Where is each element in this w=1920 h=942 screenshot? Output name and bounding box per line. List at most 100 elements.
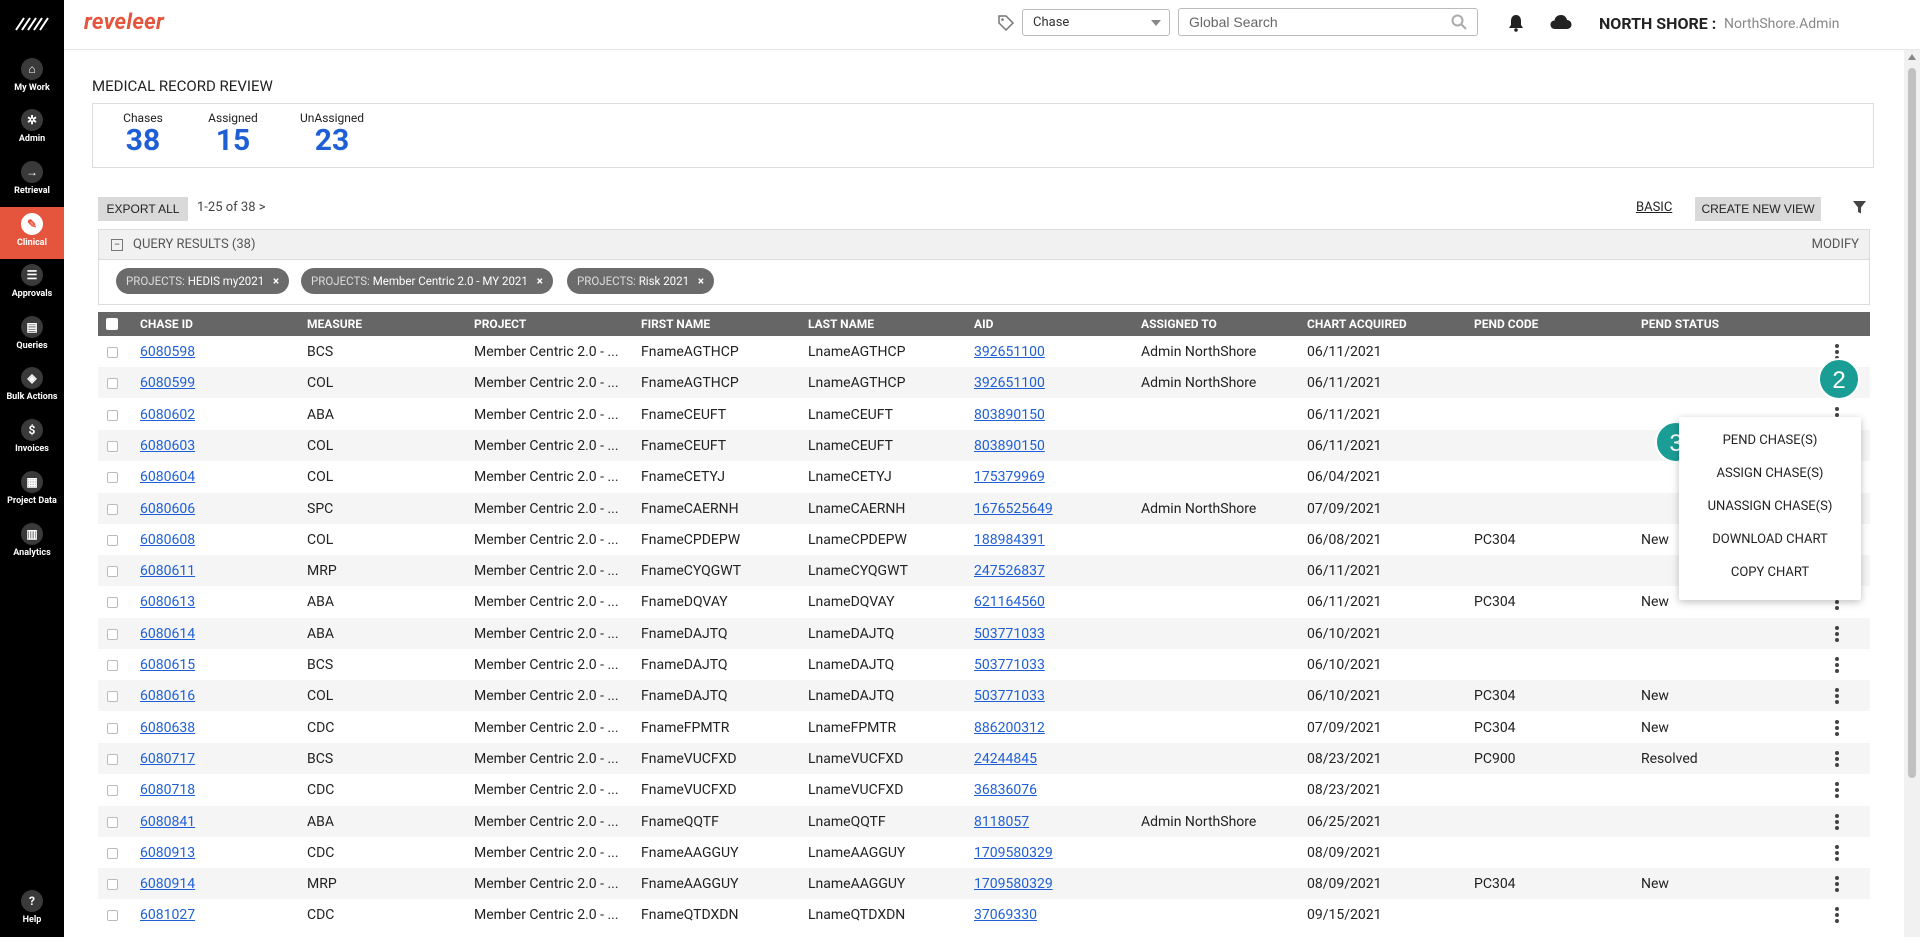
sidebar-item-project-data[interactable]: ▦ Project Data [0, 465, 64, 517]
column-header[interactable]: PEND CODE [1474, 317, 1538, 331]
row-checkbox[interactable] [107, 409, 118, 421]
chase-id-link[interactable]: 6081027 [140, 907, 195, 923]
sidebar-item-clinical[interactable]: ✎ Clinical [0, 207, 64, 259]
export-all-button[interactable]: EXPORT ALL [98, 197, 188, 221]
filter-chip[interactable]: PROJECTS: Risk 2021 × [567, 268, 715, 294]
column-header[interactable]: FIRST NAME [641, 317, 710, 331]
chase-id-link[interactable]: 6080914 [140, 876, 195, 892]
collapse-icon[interactable]: − [111, 239, 123, 251]
row-checkbox[interactable] [107, 440, 118, 452]
brand-logo[interactable]: reveleer [84, 10, 164, 35]
more-vertical-icon[interactable] [1834, 750, 1840, 768]
row-checkbox[interactable] [107, 816, 118, 828]
search-type-select[interactable]: Chase [1022, 9, 1170, 36]
sidebar-item-analytics[interactable]: ▥ Analytics [0, 517, 64, 569]
row-checkbox[interactable] [107, 378, 118, 390]
chase-id-link[interactable]: 6080611 [140, 563, 195, 579]
chase-id-link[interactable]: 6080638 [140, 720, 195, 736]
menu-item-download-chart[interactable]: DOWNLOAD CHART [1679, 532, 1861, 547]
menu-item-assign-chase[interactable]: ASSIGN CHASE(S) [1679, 466, 1861, 481]
bell-icon[interactable] [1508, 14, 1524, 32]
global-search-input[interactable] [1178, 8, 1478, 36]
menu-item-pend-chase[interactable]: PEND CHASE(S) [1679, 433, 1861, 448]
sidebar-item-invoices[interactable]: $ Invoices [0, 413, 64, 465]
more-vertical-icon[interactable] [1834, 906, 1840, 924]
menu-item-unassign-chase[interactable]: UNASSIGN CHASE(S) [1679, 499, 1861, 514]
row-checkbox[interactable] [107, 472, 118, 484]
row-checkbox[interactable] [107, 879, 118, 891]
sidebar-item-retrieval[interactable]: → Retrieval [0, 155, 64, 207]
row-checkbox[interactable] [107, 566, 118, 578]
aid-link[interactable]: 392651100 [974, 375, 1045, 391]
more-vertical-icon[interactable] [1834, 875, 1840, 893]
chase-id-link[interactable]: 6080603 [140, 438, 195, 454]
row-checkbox[interactable] [107, 691, 118, 703]
more-vertical-icon[interactable] [1834, 844, 1840, 862]
user-name[interactable]: NorthShore.Admin [1724, 16, 1840, 32]
row-checkbox[interactable] [107, 847, 118, 859]
chase-id-link[interactable]: 6080599 [140, 375, 195, 391]
column-header[interactable]: MEASURE [307, 317, 362, 331]
more-vertical-icon[interactable] [1834, 656, 1840, 674]
more-vertical-icon[interactable] [1834, 781, 1840, 799]
aid-link[interactable]: 503771033 [974, 657, 1045, 673]
page-scrollbar[interactable] [1904, 50, 1920, 937]
sidebar-item-approvals[interactable]: ☰ Approvals [0, 258, 64, 310]
row-checkbox[interactable] [107, 910, 118, 922]
row-checkbox[interactable] [107, 628, 118, 640]
sidebar-item-help[interactable]: ? Help [0, 890, 64, 942]
more-vertical-icon[interactable] [1834, 813, 1840, 831]
aid-link[interactable]: 188984391 [974, 532, 1045, 548]
chase-id-link[interactable]: 6080717 [140, 751, 195, 767]
close-icon[interactable]: × [273, 274, 279, 288]
column-header[interactable]: PROJECT [474, 317, 526, 331]
aid-link[interactable]: 8118057 [974, 814, 1029, 830]
aid-link[interactable]: 37069330 [974, 907, 1037, 923]
chase-id-link[interactable]: 6080614 [140, 626, 195, 642]
aid-link[interactable]: 503771033 [974, 688, 1045, 704]
aid-link[interactable]: 36836076 [974, 782, 1037, 798]
aid-link[interactable]: 1709580329 [974, 876, 1053, 892]
scrollbar-thumb[interactable] [1908, 68, 1916, 778]
aid-link[interactable]: 503771033 [974, 626, 1045, 642]
aid-link[interactable]: 886200312 [974, 720, 1045, 736]
sidebar-item-queries[interactable]: ▤ Queries [0, 310, 64, 362]
aid-link[interactable]: 621164560 [974, 594, 1045, 610]
chase-id-link[interactable]: 6080613 [140, 594, 195, 610]
search-icon[interactable] [1450, 13, 1468, 31]
app-logo-icon[interactable] [12, 12, 52, 36]
filter-icon[interactable] [1852, 200, 1867, 215]
sidebar-item-admin[interactable]: ✲ Admin [0, 103, 64, 155]
chase-id-link[interactable]: 6080615 [140, 657, 195, 673]
aid-link[interactable]: 24244845 [974, 751, 1037, 767]
scroll-up-icon[interactable] [1908, 54, 1916, 60]
cloud-icon[interactable] [1550, 14, 1572, 30]
column-header[interactable]: CHASE ID [140, 317, 193, 331]
chase-id-link[interactable]: 6080604 [140, 469, 195, 485]
more-vertical-icon[interactable] [1834, 625, 1840, 643]
chase-id-link[interactable]: 6080616 [140, 688, 195, 704]
aid-link[interactable]: 803890150 [974, 407, 1045, 423]
column-header[interactable]: CHART ACQUIRED [1307, 317, 1407, 331]
aid-link[interactable]: 392651100 [974, 344, 1045, 360]
column-header[interactable]: PEND STATUS [1641, 317, 1719, 331]
row-checkbox[interactable] [107, 660, 118, 671]
row-checkbox[interactable] [107, 503, 118, 515]
pagination[interactable]: 1-25 of 38 > [197, 200, 266, 215]
menu-item-copy-chart[interactable]: COPY CHART [1679, 565, 1861, 580]
column-header[interactable]: LAST NAME [808, 317, 874, 331]
chase-id-link[interactable]: 6080598 [140, 344, 195, 360]
create-new-view-button[interactable]: CREATE NEW VIEW [1695, 197, 1821, 221]
aid-link[interactable]: 803890150 [974, 438, 1045, 454]
more-vertical-icon[interactable] [1834, 719, 1840, 737]
row-checkbox[interactable] [107, 347, 118, 358]
more-vertical-icon[interactable] [1834, 687, 1840, 705]
basic-view-link[interactable]: BASIC [1636, 200, 1672, 215]
chase-id-link[interactable]: 6080602 [140, 407, 195, 423]
aid-link[interactable]: 1676525649 [974, 501, 1053, 517]
modify-link[interactable]: MODIFY [1812, 237, 1859, 252]
aid-link[interactable]: 247526837 [974, 563, 1045, 579]
filter-chip[interactable]: PROJECTS: Member Centric 2.0 - MY 2021 × [301, 268, 553, 294]
chase-id-link[interactable]: 6080606 [140, 501, 195, 517]
close-icon[interactable]: × [537, 274, 543, 288]
